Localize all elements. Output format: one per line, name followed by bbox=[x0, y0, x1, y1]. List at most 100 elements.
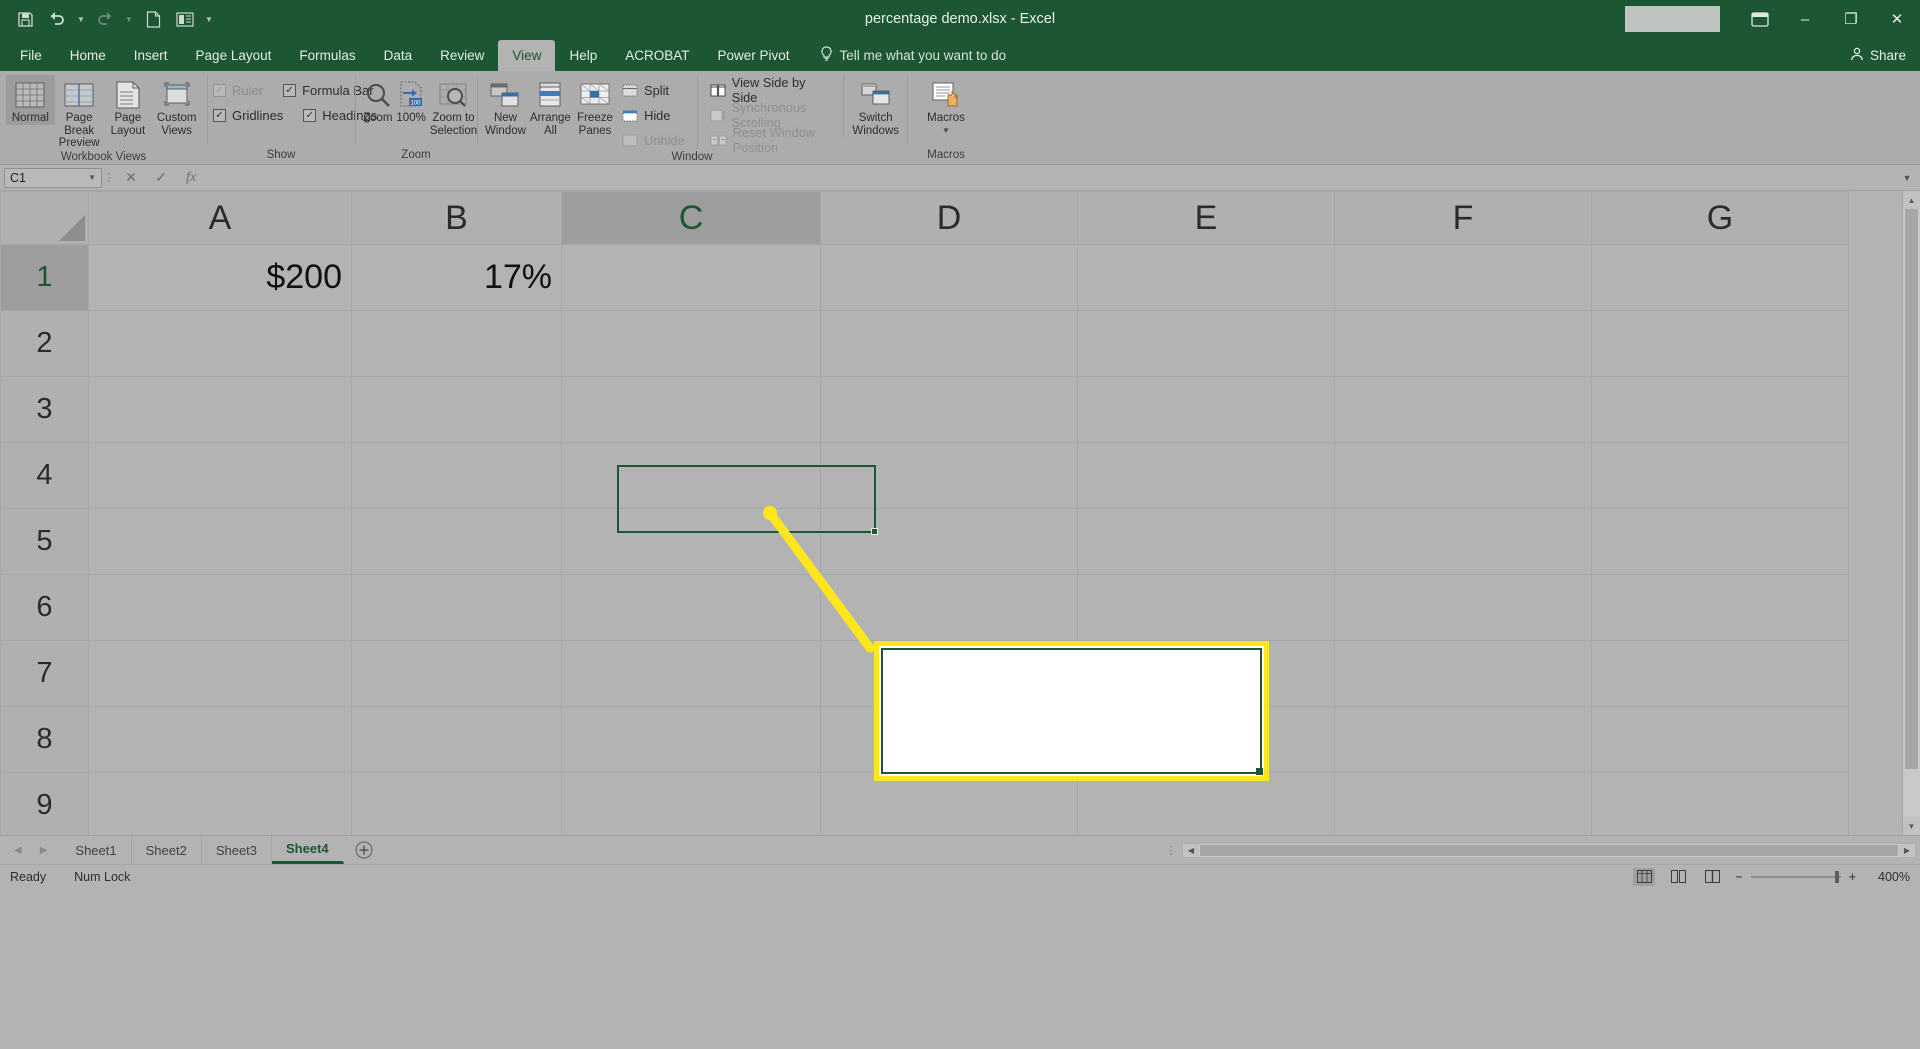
cell-a1[interactable]: $200 bbox=[88, 244, 352, 311]
cell-d1[interactable] bbox=[820, 244, 1078, 311]
zoom-slider-knob[interactable] bbox=[1834, 870, 1839, 883]
cell-d5[interactable] bbox=[820, 508, 1078, 575]
zoom-slider[interactable]: − + bbox=[1735, 870, 1856, 884]
callout-fill-handle[interactable] bbox=[1256, 768, 1263, 775]
scroll-down-icon[interactable]: ▼ bbox=[1903, 817, 1920, 835]
cell-a2[interactable] bbox=[88, 310, 352, 377]
tab-data[interactable]: Data bbox=[370, 40, 427, 71]
cell-e6[interactable] bbox=[1077, 574, 1335, 641]
cell-c4[interactable] bbox=[561, 442, 821, 509]
cell-d3[interactable] bbox=[820, 376, 1078, 443]
save-icon[interactable] bbox=[10, 4, 40, 34]
cell-f2[interactable] bbox=[1334, 310, 1592, 377]
cell-c2[interactable] bbox=[561, 310, 821, 377]
sheet-tab-sheet4[interactable]: Sheet4 bbox=[272, 836, 344, 864]
cell-d4[interactable] bbox=[820, 442, 1078, 509]
freeze-panes-button[interactable]: Freeze Panes bbox=[573, 75, 617, 137]
tab-home[interactable]: Home bbox=[56, 40, 120, 71]
zoom-in-button[interactable]: + bbox=[1849, 870, 1856, 884]
ribbon-display-options-icon[interactable] bbox=[1738, 0, 1782, 38]
cell-a5[interactable] bbox=[88, 508, 352, 575]
zoom-button[interactable]: Zoom bbox=[361, 75, 394, 125]
cell-b4[interactable] bbox=[351, 442, 562, 509]
customize-qat-icon[interactable]: ▼ bbox=[202, 4, 216, 34]
horizontal-scroll-thumb[interactable] bbox=[1200, 844, 1898, 856]
cell-g7[interactable] bbox=[1591, 640, 1849, 707]
column-header-e[interactable]: E bbox=[1077, 191, 1335, 245]
cell-f5[interactable] bbox=[1334, 508, 1592, 575]
cell-b7[interactable] bbox=[351, 640, 562, 707]
gridlines-checkbox[interactable]: ✓ Gridlines bbox=[213, 108, 283, 123]
new-window-button[interactable]: New Window bbox=[483, 75, 528, 137]
new-icon[interactable] bbox=[138, 4, 168, 34]
scroll-split-grip[interactable]: ⋮ bbox=[1160, 844, 1182, 857]
sheet-tab-sheet2[interactable]: Sheet2 bbox=[132, 836, 202, 864]
column-header-g[interactable]: G bbox=[1591, 191, 1849, 245]
horizontal-scrollbar[interactable]: ◀ ▶ bbox=[1182, 842, 1916, 858]
page-break-preview-button[interactable]: Page Break Preview bbox=[55, 75, 104, 150]
zoom-to-selection-button[interactable]: Zoom to Selection bbox=[428, 75, 479, 137]
vertical-scrollbar[interactable]: ▲ ▼ bbox=[1902, 191, 1920, 835]
redo-dropdown-icon[interactable]: ▼ bbox=[122, 4, 136, 34]
zoom-slider-track[interactable] bbox=[1750, 870, 1841, 883]
sheet-tab-sheet3[interactable]: Sheet3 bbox=[202, 836, 273, 864]
cell-a3[interactable] bbox=[88, 376, 352, 443]
cell-d6[interactable] bbox=[820, 574, 1078, 641]
normal-view-button[interactable] bbox=[1633, 867, 1656, 886]
zoom-out-button[interactable]: − bbox=[1735, 870, 1742, 884]
tab-formulas[interactable]: Formulas bbox=[285, 40, 369, 71]
tab-review[interactable]: Review bbox=[426, 40, 498, 71]
tab-power-pivot[interactable]: Power Pivot bbox=[703, 40, 803, 71]
hide-button[interactable]: Hide bbox=[621, 105, 685, 125]
column-header-a[interactable]: A bbox=[88, 191, 352, 245]
cell-a7[interactable] bbox=[88, 640, 352, 707]
zoom-level-label[interactable]: 400% bbox=[1868, 870, 1910, 884]
name-box[interactable]: C1 ▼ bbox=[4, 167, 102, 188]
cell-g5[interactable] bbox=[1591, 508, 1849, 575]
row-header-7[interactable]: 7 bbox=[0, 640, 89, 707]
cancel-icon[interactable]: ✕ bbox=[116, 167, 146, 189]
cell-c6[interactable] bbox=[561, 574, 821, 641]
cell-f6[interactable] bbox=[1334, 574, 1592, 641]
ruler-checkbox[interactable]: ✓ Ruler bbox=[213, 83, 263, 98]
cell-f7[interactable] bbox=[1334, 640, 1592, 707]
restore-button[interactable]: ❐ bbox=[1828, 0, 1874, 38]
cell-b6[interactable] bbox=[351, 574, 562, 641]
cell-f1[interactable] bbox=[1334, 244, 1592, 311]
tab-help[interactable]: Help bbox=[555, 40, 611, 71]
sheet-tab-sheet1[interactable]: Sheet1 bbox=[61, 836, 132, 864]
insert-function-icon[interactable]: fx bbox=[176, 167, 206, 189]
scroll-left-icon[interactable]: ◀ bbox=[1183, 843, 1199, 857]
switch-windows-button[interactable]: Switch Windows bbox=[843, 75, 901, 137]
row-header-3[interactable]: 3 bbox=[0, 376, 89, 443]
cell-f9[interactable] bbox=[1334, 772, 1592, 835]
cell-c7[interactable] bbox=[561, 640, 821, 707]
cell-a8[interactable] bbox=[88, 706, 352, 773]
cell-e5[interactable] bbox=[1077, 508, 1335, 575]
cell-a6[interactable] bbox=[88, 574, 352, 641]
worksheet-grid[interactable]: A B C D E F G 1 $200 17% 2 3 4 5 6 7 8 9 bbox=[0, 191, 1902, 835]
undo-dropdown-icon[interactable]: ▼ bbox=[74, 4, 88, 34]
minimize-button[interactable]: – bbox=[1782, 0, 1828, 38]
tell-me-box[interactable]: Tell me what you want to do bbox=[820, 40, 1006, 71]
cell-c5[interactable] bbox=[561, 508, 821, 575]
cell-g6[interactable] bbox=[1591, 574, 1849, 641]
cell-g8[interactable] bbox=[1591, 706, 1849, 773]
page-break-preview-button[interactable] bbox=[1701, 868, 1723, 886]
vertical-scroll-thumb[interactable] bbox=[1905, 209, 1918, 769]
cell-c1[interactable] bbox=[561, 244, 821, 311]
scroll-right-icon[interactable]: ▶ bbox=[1899, 843, 1915, 857]
touch-mode-icon[interactable] bbox=[170, 4, 200, 34]
normal-view-button[interactable]: Normal bbox=[6, 75, 55, 125]
tab-page-layout[interactable]: Page Layout bbox=[182, 40, 286, 71]
zoom-100-button[interactable]: 100 100% bbox=[394, 75, 427, 125]
name-box-dropdown-icon[interactable]: ▼ bbox=[88, 173, 96, 182]
cell-f4[interactable] bbox=[1334, 442, 1592, 509]
macros-dropdown-icon[interactable]: ▼ bbox=[942, 125, 950, 138]
cell-b5[interactable] bbox=[351, 508, 562, 575]
cell-b9[interactable] bbox=[351, 772, 562, 835]
next-sheet-icon[interactable]: ▶ bbox=[40, 845, 48, 856]
cell-b1[interactable]: 17% bbox=[351, 244, 562, 311]
cell-e1[interactable] bbox=[1077, 244, 1335, 311]
cell-e3[interactable] bbox=[1077, 376, 1335, 443]
